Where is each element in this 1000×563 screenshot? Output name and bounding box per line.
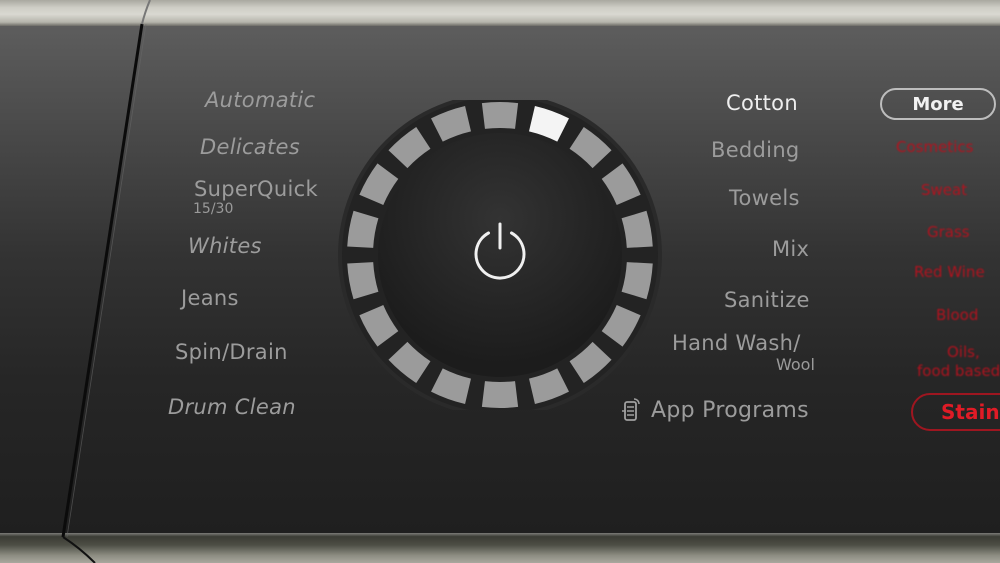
program-hand-wash-sub: Wool xyxy=(776,355,815,374)
stain-grass[interactable]: Grass xyxy=(927,223,970,241)
stain-oils[interactable]: Oils, xyxy=(947,343,980,361)
power-button[interactable] xyxy=(378,133,622,377)
top-trim xyxy=(0,0,1000,26)
dial-segment xyxy=(481,102,519,129)
stain-sweat[interactable]: Sweat xyxy=(921,181,967,199)
stain-cosmetics[interactable]: Cosmetics xyxy=(896,138,973,156)
program-towels[interactable]: Towels xyxy=(729,186,800,210)
stain-red-wine[interactable]: Red Wine xyxy=(914,263,985,281)
program-delicates[interactable]: Delicates xyxy=(200,135,300,159)
bottom-trim xyxy=(0,533,1000,563)
program-app-programs[interactable]: App Programs xyxy=(651,398,809,423)
more-button[interactable]: More xyxy=(880,88,996,120)
program-spin-drain[interactable]: Spin/Drain xyxy=(175,340,288,364)
program-jeans[interactable]: Jeans xyxy=(181,286,239,310)
stain-oils-sub: food based xyxy=(917,362,1000,380)
stain-blood[interactable]: Blood xyxy=(936,306,978,324)
program-dial[interactable] xyxy=(330,100,670,410)
program-whites[interactable]: Whites xyxy=(188,234,262,258)
program-automatic[interactable]: Automatic xyxy=(205,88,315,112)
program-bedding[interactable]: Bedding xyxy=(711,138,800,162)
program-drum-clean[interactable]: Drum Clean xyxy=(168,395,296,419)
program-superquick[interactable]: SuperQuick xyxy=(194,177,318,201)
program-cotton[interactable]: Cotton xyxy=(726,91,798,115)
program-hand-wash[interactable]: Hand Wash/ xyxy=(672,331,801,355)
dial-segment xyxy=(481,381,519,408)
program-sanitize[interactable]: Sanitize xyxy=(724,288,810,312)
smartphone-remote-icon xyxy=(622,398,640,421)
stain-button[interactable]: Stain xyxy=(911,393,1000,431)
program-superquick-sub: 15/30 xyxy=(193,201,234,217)
program-mix[interactable]: Mix xyxy=(772,237,809,261)
